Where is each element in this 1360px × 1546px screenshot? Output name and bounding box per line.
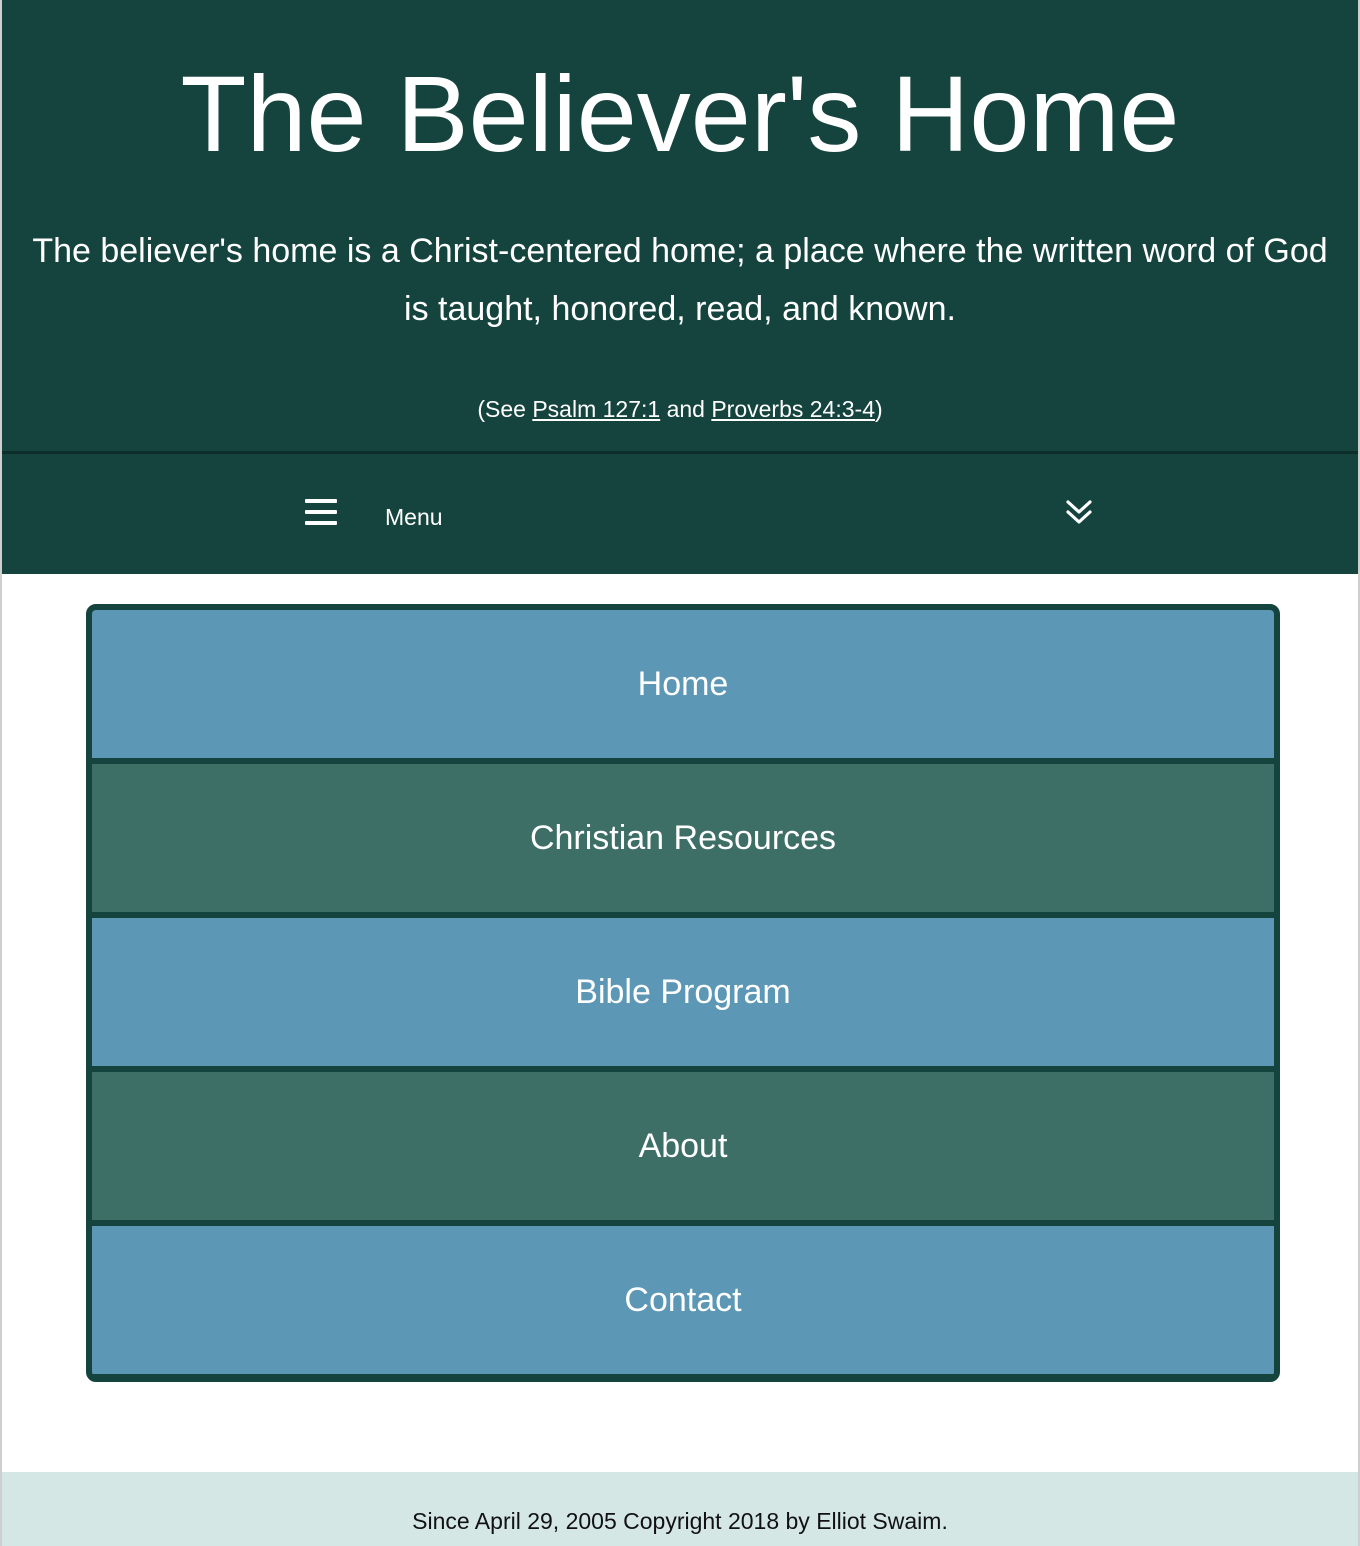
site-footer: Since April 29, 2005 Copyright 2018 by E… [2,1472,1358,1546]
reference-suffix: ) [874,396,883,422]
nav-item-bible-program[interactable]: Bible Program [92,918,1274,1066]
nav-item-home[interactable]: Home [92,610,1274,758]
menu-label[interactable]: Menu [385,502,443,532]
site-tagline: The believer's home is a Christ-centered… [32,232,1328,328]
nav-item-about[interactable]: About [92,1072,1274,1220]
double-chevron-down-icon[interactable] [1064,498,1094,528]
scripture-reference: (See Psalm 127:1 and Proverbs 24:3-4) [2,392,1358,426]
reference-prefix: (See [477,396,533,422]
nav-item-christian-resources[interactable]: Christian Resources [92,764,1274,912]
nav-item-contact[interactable]: Contact [92,1226,1274,1374]
proverbs-link[interactable]: Proverbs 24:3-4 [711,396,875,422]
hamburger-icon[interactable] [305,499,337,525]
reference-middle: and [660,396,712,422]
psalm-link[interactable]: Psalm 127:1 [532,396,660,422]
menu-bar: Menu [2,454,1358,574]
main-navigation: Home Christian Resources Bible Program A… [86,604,1280,1382]
site-title: The Believer's Home [180,53,1180,174]
site-header: The Believer's Home The believer's home … [2,0,1358,451]
copyright-text: Since April 29, 2005 Copyright 2018 by E… [412,1508,948,1534]
